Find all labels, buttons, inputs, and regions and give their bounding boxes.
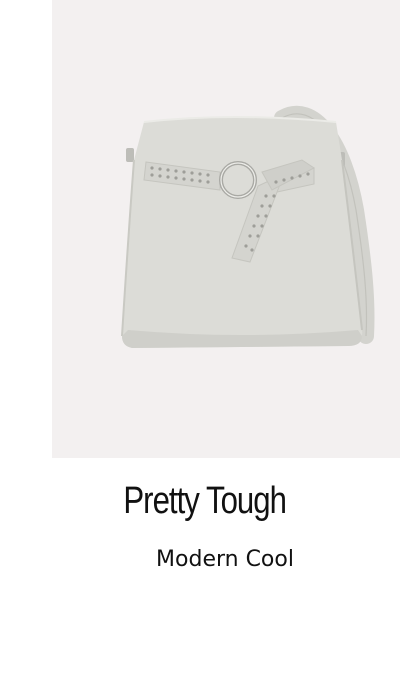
handbag-image [121, 105, 375, 348]
product-title[interactable]: Pretty Tough [41, 480, 369, 523]
product-subtitle: Modern Cool [156, 547, 294, 572]
product-card[interactable]: Pretty Tough Modern Cool [0, 0, 400, 684]
product-image[interactable] [52, 0, 400, 458]
